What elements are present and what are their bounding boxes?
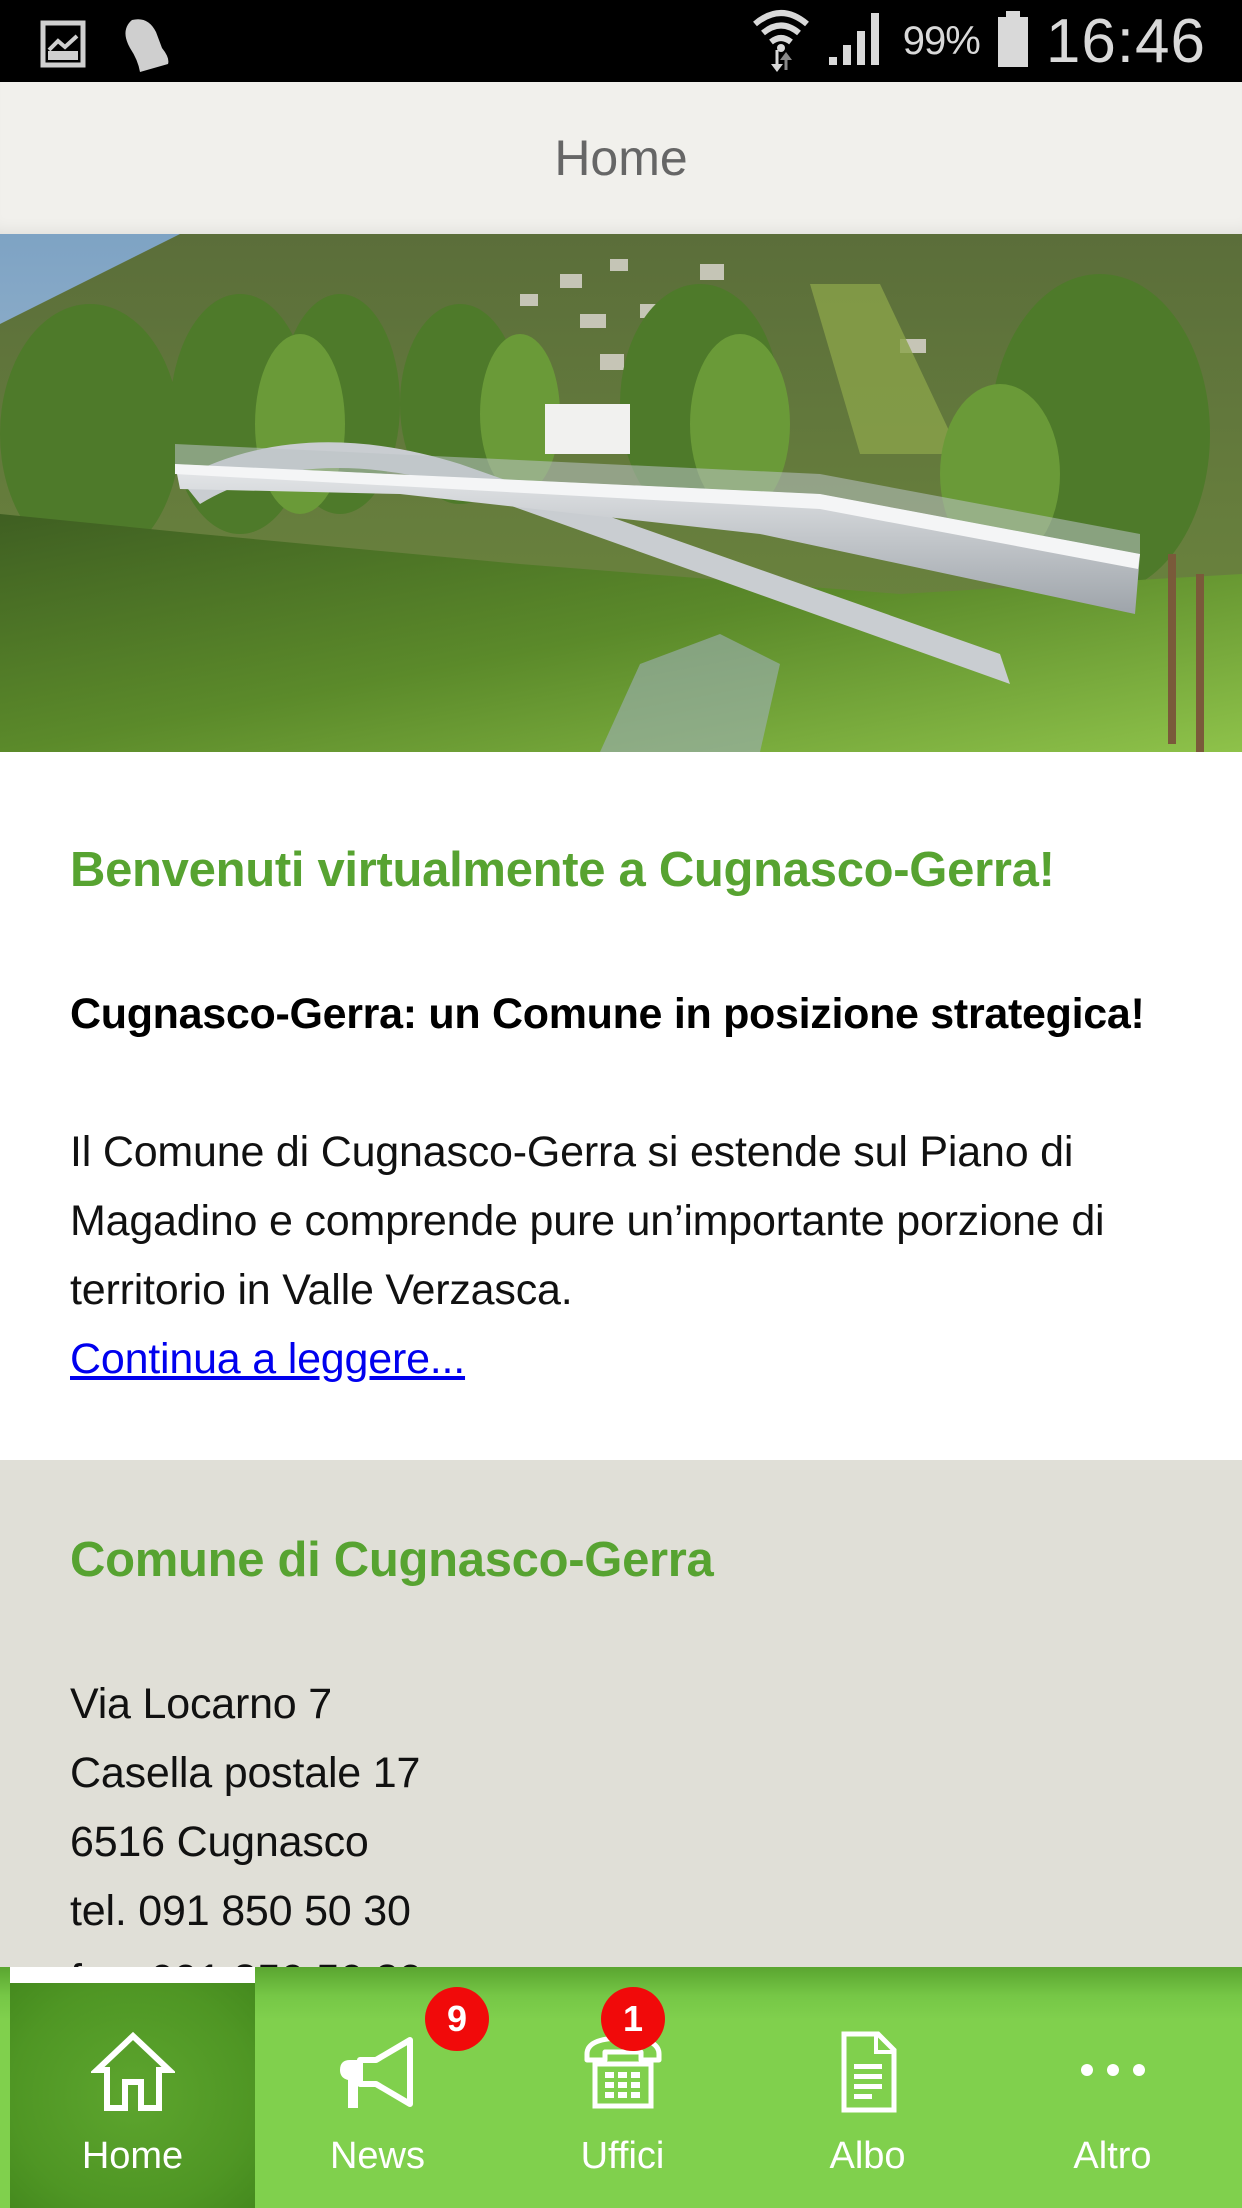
nav-item-home[interactable]: Home	[10, 1967, 255, 2208]
nav-item-altro[interactable]: Altro	[990, 1967, 1235, 2208]
hero-image	[0, 234, 1242, 752]
contact-title: Comune di Cugnasco-Gerra	[70, 1533, 714, 1587]
contact-address: Via Locarno 7 Casella postale 17 6516 Cu…	[70, 1670, 423, 2015]
address-po-box: Casella postale 17	[70, 1749, 421, 1797]
document-icon	[823, 2027, 913, 2117]
uffici-badge: 1	[601, 1987, 665, 2051]
address-city: 6516 Cugnasco	[70, 1818, 369, 1866]
bottom-nav: Home 9 News 1 Uffici Albo Altro	[0, 1967, 1242, 2208]
nav-item-uffici[interactable]: 1 Uffici	[500, 1967, 745, 2208]
nav-label-altro: Altro	[1073, 2135, 1152, 2177]
home-icon	[88, 2027, 178, 2117]
welcome-subtitle: Cugnasco-Gerra: un Comune in posizione s…	[70, 990, 1145, 1038]
welcome-section: Benvenuti virtualmente a Cugnasco-Gerra!…	[0, 752, 1242, 1460]
nav-label-uffici: Uffici	[580, 2135, 665, 2177]
more-dots-icon	[1068, 2027, 1158, 2117]
battery-percent: 99%	[902, 19, 981, 63]
cell-signal-icon	[827, 9, 887, 74]
news-badge: 9	[425, 1987, 489, 2051]
app-header: Home	[0, 82, 1242, 234]
page-title: Home	[554, 130, 688, 186]
nav-label-albo: Albo	[829, 2135, 906, 2177]
nav-item-albo[interactable]: Albo	[745, 1967, 990, 2208]
nav-item-news[interactable]: 9 News	[255, 1967, 500, 2208]
clock: 16:46	[1045, 7, 1206, 76]
phone-number[interactable]: tel. 091 850 50 30	[70, 1877, 423, 1946]
battery-icon	[996, 9, 1030, 74]
status-bar: 99% 16:46	[0, 0, 1242, 82]
nav-label-news: News	[329, 2135, 426, 2177]
welcome-body: Il Comune di Cugnasco-Gerra si estende s…	[70, 1128, 1105, 1314]
nav-label-home: Home	[81, 2135, 184, 2177]
megaphone-icon	[333, 2027, 423, 2117]
bell-notification-icon	[118, 14, 178, 79]
wifi-icon	[751, 6, 811, 77]
gallery-notification-icon	[40, 17, 88, 76]
read-more-link[interactable]: Continua a leggere...	[70, 1325, 465, 1394]
welcome-title: Benvenuti virtualmente a Cugnasco-Gerra!	[70, 843, 1055, 897]
address-street: Via Locarno 7	[70, 1680, 332, 1728]
